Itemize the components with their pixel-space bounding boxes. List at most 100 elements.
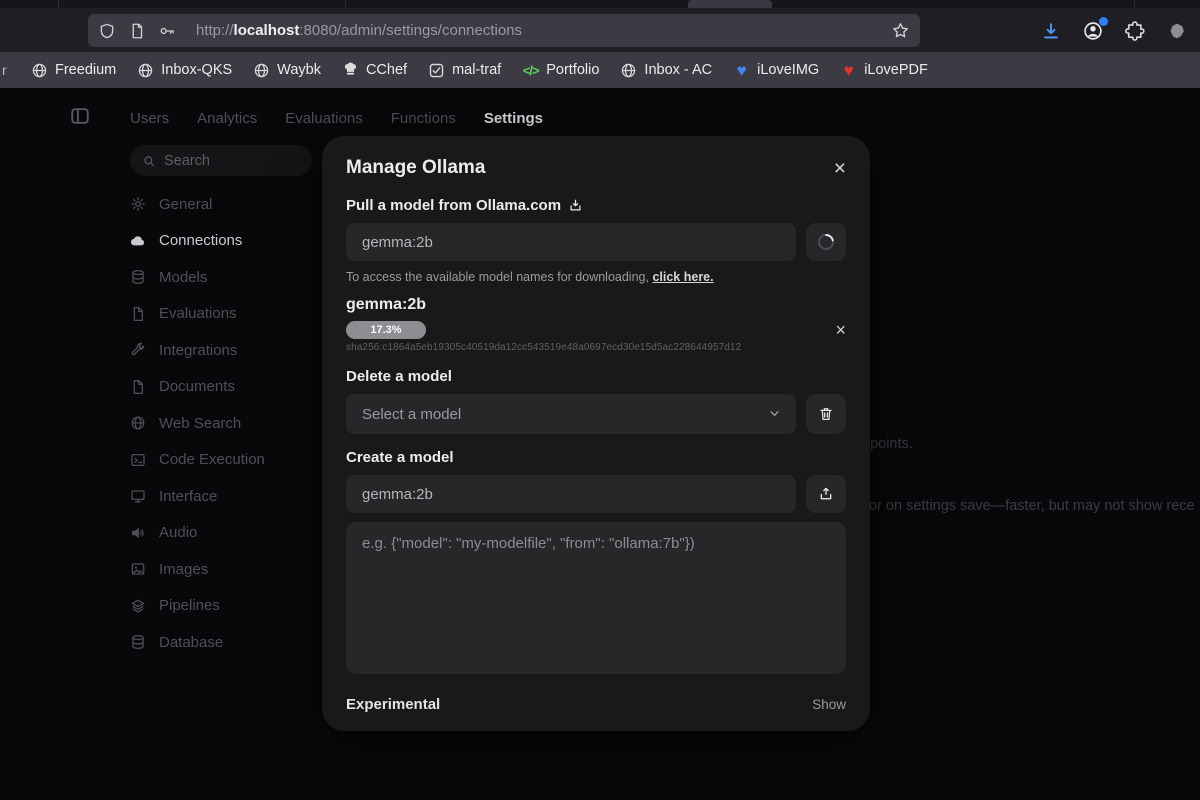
- pull-hint: To access the available model names for …: [346, 270, 846, 284]
- terminal-icon: [130, 452, 146, 468]
- sidebar-item-label: General: [159, 196, 212, 213]
- code-icon: </>: [522, 62, 539, 79]
- sidebar-item-integrations[interactable]: Integrations: [130, 332, 320, 369]
- upload-icon: [818, 486, 834, 502]
- sidebar-item-label: Images: [159, 561, 208, 578]
- sidebar-item-images[interactable]: Images: [130, 551, 320, 588]
- pull-model-label-text: Pull a model from Ollama.com: [346, 197, 561, 214]
- tab-settings[interactable]: Settings: [484, 110, 543, 127]
- bookmark-freedium[interactable]: Freedium: [31, 62, 116, 79]
- globe-icon: [253, 62, 270, 79]
- sidebar-item-documents[interactable]: Documents: [130, 369, 320, 406]
- browser-tabstrip: [0, 0, 1200, 8]
- clipped-bookmark[interactable]: r: [2, 62, 10, 78]
- bookmark-label: Portfolio: [546, 62, 599, 78]
- tab-users[interactable]: Users: [130, 110, 169, 127]
- modal-close-button[interactable]: ×: [834, 158, 846, 179]
- tab-functions[interactable]: Functions: [391, 110, 456, 127]
- chevron-down-icon: [767, 406, 782, 421]
- sidebar-item-code-execution[interactable]: Code Execution: [130, 442, 320, 479]
- sidebar-item-label: Models: [159, 269, 207, 286]
- sidebar-item-label: Interface: [159, 488, 217, 505]
- pull-model-button[interactable]: [806, 223, 846, 261]
- bookmark-ilovepdf[interactable]: ♥ iLovePDF: [840, 62, 928, 79]
- bookmark-label: iLovePDF: [864, 62, 928, 78]
- click-here-link[interactable]: click here.: [652, 270, 713, 284]
- pull-model-input[interactable]: [346, 223, 796, 261]
- bookmark-portfolio[interactable]: </> Portfolio: [522, 62, 599, 79]
- document-icon: [130, 379, 146, 395]
- spinner-icon: [815, 231, 838, 254]
- url-path: :8080/admin/settings/connections: [299, 22, 522, 39]
- sidebar-item-connections[interactable]: Connections: [130, 223, 320, 260]
- wrench-icon: [130, 342, 146, 358]
- sidebar-item-label: Audio: [159, 524, 197, 541]
- settings-search[interactable]: [130, 145, 312, 176]
- tab-divider: [1134, 0, 1135, 8]
- delete-model-button[interactable]: [806, 394, 846, 434]
- bookmark-iloveimg[interactable]: ♥ iLoveIMG: [733, 62, 819, 79]
- download-progress-bar: 17.3%: [346, 321, 426, 339]
- page-info-icon[interactable]: [128, 22, 146, 40]
- sidebar-item-database[interactable]: Database: [130, 624, 320, 661]
- delete-model-label: Delete a model: [346, 368, 846, 385]
- sidebar-item-evaluations[interactable]: Evaluations: [130, 296, 320, 333]
- sidebar-item-audio[interactable]: Audio: [130, 515, 320, 552]
- url-bar[interactable]: http://localhost:8080/admin/settings/con…: [88, 14, 920, 47]
- url-scheme: http://: [196, 22, 234, 39]
- sidebar-item-models[interactable]: Models: [130, 259, 320, 296]
- heart-blue-icon: ♥: [733, 62, 750, 79]
- pull-hint-text: To access the available model names for …: [346, 270, 649, 284]
- sidebar-item-label: Web Search: [159, 415, 241, 432]
- bookmark-mal-traf[interactable]: mal-traf: [428, 62, 501, 79]
- sidebar-item-general[interactable]: General: [130, 186, 320, 223]
- account-button[interactable]: [1080, 18, 1106, 44]
- globe-icon: [620, 62, 637, 79]
- heart-red-icon: ♥: [840, 62, 857, 79]
- create-model-button[interactable]: [806, 475, 846, 513]
- bookmark-cchef[interactable]: CChef: [342, 62, 407, 79]
- bookmark-label: Freedium: [55, 62, 116, 78]
- manage-ollama-modal: Manage Ollama × Pull a model from Ollama…: [322, 136, 870, 731]
- background-text-fragment: or on settings save—faster, but may not …: [869, 498, 1195, 514]
- delete-model-label-text: Delete a model: [346, 368, 452, 385]
- downloads-button[interactable]: [1038, 18, 1064, 44]
- tab-analytics[interactable]: Analytics: [197, 110, 257, 127]
- key-icon[interactable]: [158, 22, 176, 40]
- modal-title: Manage Ollama: [346, 157, 485, 179]
- extension-button[interactable]: [1164, 18, 1190, 44]
- sidebar-item-interface[interactable]: Interface: [130, 478, 320, 515]
- download-tray-icon: [568, 198, 583, 213]
- chef-hat-icon: [342, 62, 359, 79]
- cancel-download-button[interactable]: ×: [835, 321, 846, 339]
- bookmark-label: Inbox - AC: [644, 62, 712, 78]
- delete-model-select[interactable]: Select a model: [346, 394, 796, 434]
- bookmark-waybk[interactable]: Waybk: [253, 62, 321, 79]
- extensions-button[interactable]: [1122, 18, 1148, 44]
- bookmark-star-icon[interactable]: [891, 21, 910, 40]
- create-model-name-input[interactable]: [346, 475, 796, 513]
- globe-icon: [130, 415, 146, 431]
- search-input[interactable]: [164, 153, 284, 169]
- sidebar-item-label: Integrations: [159, 342, 237, 359]
- sidebar-toggle-icon[interactable]: [69, 105, 91, 127]
- browser-toolbar: http://localhost:8080/admin/settings/con…: [0, 8, 1200, 52]
- database-icon: [130, 269, 146, 285]
- pull-model-label: Pull a model from Ollama.com: [346, 197, 846, 214]
- tab-evaluations[interactable]: Evaluations: [285, 110, 363, 127]
- sidebar-item-pipelines[interactable]: Pipelines: [130, 588, 320, 625]
- experimental-show-button[interactable]: Show: [812, 697, 846, 712]
- bookmark-inbox-ac[interactable]: Inbox - AC: [620, 62, 712, 79]
- bookmark-label: iLoveIMG: [757, 62, 819, 78]
- bookmark-inbox-qks[interactable]: Inbox-QKS: [137, 62, 232, 79]
- modelfile-textarea[interactable]: [346, 522, 846, 674]
- sidebar-item-web-search[interactable]: Web Search: [130, 405, 320, 442]
- tab-divider: [345, 0, 346, 8]
- sidebar-item-label: Pipelines: [159, 597, 220, 614]
- experimental-label: Experimental: [346, 696, 440, 713]
- shield-icon[interactable]: [98, 22, 116, 40]
- screen: http://localhost:8080/admin/settings/con…: [0, 0, 1200, 800]
- admin-tabs: Users Analytics Evaluations Functions Se…: [130, 110, 543, 127]
- create-model-label: Create a model: [346, 449, 846, 466]
- sidebar-item-label: Database: [159, 634, 223, 651]
